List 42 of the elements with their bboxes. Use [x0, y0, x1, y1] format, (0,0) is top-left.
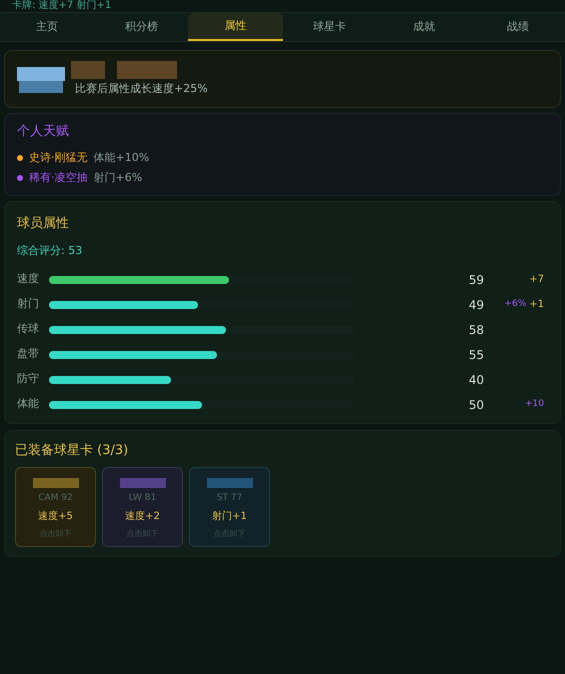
card-position: CAM 92	[38, 492, 73, 505]
tab[interactable]: 属性	[188, 13, 283, 41]
attribute-value: 59	[468, 272, 484, 288]
attribute-value: 58	[468, 322, 484, 338]
attribute-bonus: +6%	[504, 298, 526, 311]
tab[interactable]: 成就	[376, 13, 471, 41]
attribute-label: 射门	[17, 296, 40, 312]
card-action: 点击卸下	[40, 528, 72, 540]
attribute-label: 速度	[17, 271, 40, 288]
talent-name: 稀有·凌空抽	[29, 170, 88, 186]
attribute-bonus: +7	[529, 273, 544, 287]
star-card[interactable]: CAM 92 速度+5 点击卸下	[15, 467, 96, 547]
attribute-label: 防守	[17, 371, 40, 388]
card-bonus: 速度+2	[125, 510, 160, 524]
attribute-value: 50	[468, 396, 484, 414]
blurred-card-art	[206, 478, 252, 488]
tab[interactable]: 球星卡	[282, 13, 377, 41]
talent-effect: 体能+10%	[94, 150, 150, 166]
blurred-card-art	[120, 478, 166, 488]
card-bonus: 射门+1	[212, 510, 247, 524]
card-position: LW 81	[128, 492, 156, 505]
tab[interactable]: 战绩	[470, 13, 565, 41]
attribute-value: 49	[468, 296, 484, 314]
section-title: 球员属性	[17, 214, 70, 232]
attribute-label: 体能	[17, 396, 40, 412]
tab[interactable]: 主页	[0, 13, 94, 41]
bonus-text: 比赛后属性成长速度+25%	[75, 80, 208, 97]
card-bonus: 速度+5	[38, 510, 73, 524]
talent-effect: 射门+6%	[94, 170, 142, 186]
attribute-bonus: +10	[525, 398, 544, 411]
attribute-label: 盘带	[17, 346, 40, 362]
section-title: 个人天赋	[17, 123, 70, 141]
talent-name: 史诗·刚猛无	[29, 150, 88, 166]
attribute-bonus: +1	[529, 298, 544, 312]
overall-rating: 综合评分: 53	[17, 243, 84, 259]
tab[interactable]: 积分榜	[94, 13, 188, 41]
attribute-value: 40	[468, 372, 484, 388]
card-position: ST 77	[216, 492, 242, 505]
blurred-card-art	[32, 478, 78, 488]
attribute-label: 传球	[17, 321, 40, 338]
attribute-value: 55	[468, 346, 484, 364]
section-title: 已装备球星卡 (3/3)	[15, 442, 130, 460]
